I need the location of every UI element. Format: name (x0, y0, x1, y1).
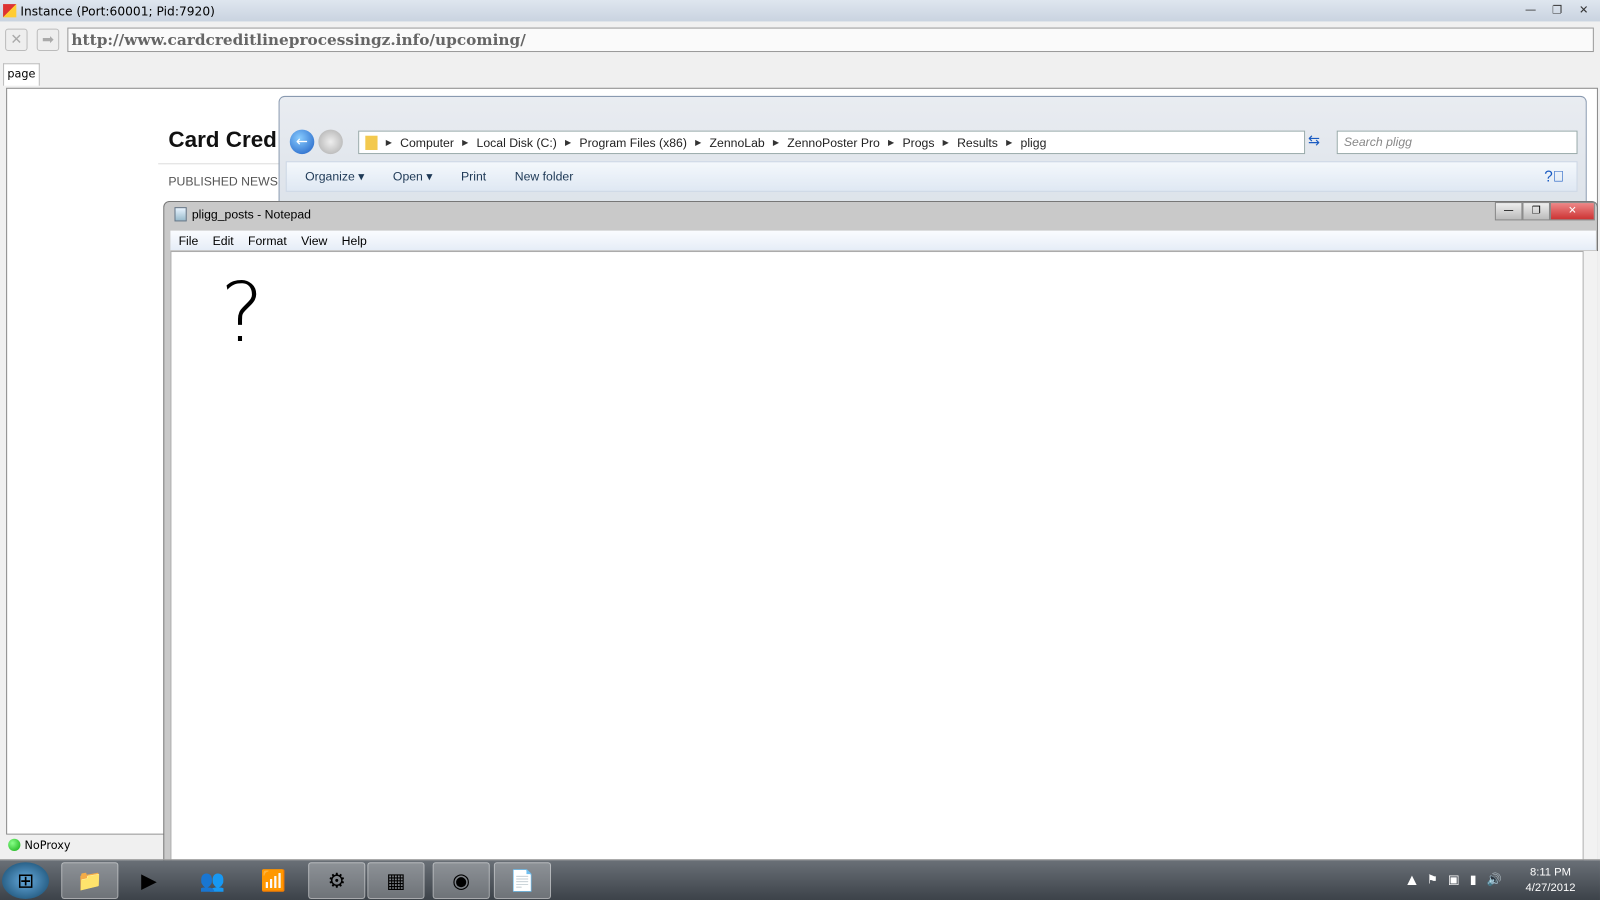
taskbar-notepad[interactable]: 📄 (493, 862, 552, 899)
menu-edit[interactable]: Edit (213, 233, 234, 247)
refresh-icon[interactable]: ⇆ (1308, 133, 1320, 149)
explorer-toolbar: Organize ▾ Open ▾ Print New folder ?⃝ (285, 161, 1578, 192)
stop-button[interactable]: ✕ (5, 28, 28, 52)
breadcrumb-item[interactable]: Progs (902, 135, 934, 149)
menu-help[interactable]: Help (342, 233, 367, 247)
new-folder-button[interactable]: New folder (515, 169, 574, 183)
time: 8:11 PM (1530, 866, 1572, 879)
forward-button[interactable]: ➡ (36, 28, 60, 52)
flag-icon[interactable]: ⚑ (1427, 872, 1438, 886)
menu-view[interactable]: View (301, 233, 327, 247)
breadcrumb-item[interactable]: ZennoPoster Pro (787, 135, 880, 149)
breadcrumb-item[interactable]: Computer (400, 135, 454, 149)
folder-icon (365, 135, 378, 150)
site-subtitle[interactable]: PUBLISHED NEWS (168, 174, 278, 188)
explorer-window: ← ▶ Computer ▶ Local Disk (C:) ▶ Program Fi… (278, 95, 1587, 209)
search-input[interactable]: Search pligg (1336, 130, 1578, 155)
breadcrumb-item[interactable]: Local Disk (C:) (477, 135, 557, 149)
forward-button[interactable] (318, 129, 343, 155)
taskbar: ⊞ 📁 ▶ 👥 📶 ⚙ ▦ ◉ 📄 ▲ ⚑ ▣ ▮ 🔊 8:11 PM 4/27… (0, 859, 1600, 900)
tab-page[interactable]: page (3, 63, 40, 86)
breadcrumb-item[interactable]: pligg (1021, 135, 1047, 149)
menu-file[interactable]: File (179, 233, 199, 247)
open-button[interactable]: Open ▾ (393, 169, 433, 183)
taskbar-chrome[interactable]: ◉ (432, 862, 490, 899)
maximize-button[interactable]: ❐ (1522, 202, 1550, 221)
document-content: ? (220, 265, 264, 361)
status-bar: NoProxy (6, 834, 164, 856)
date: 4/27/2012 (1525, 881, 1576, 894)
taskbar-explorer[interactable]: 📁 (61, 862, 119, 899)
vertical-scrollbar[interactable] (1583, 251, 1598, 862)
divider (158, 163, 281, 165)
help-icon[interactable]: ?⃝ (1544, 168, 1564, 185)
window-title: Instance (Port:60001; Pid:7920) (20, 3, 215, 18)
taskbar-network[interactable]: 📶 (245, 862, 302, 899)
show-hidden-icons[interactable]: ▲ (1407, 872, 1416, 886)
notepad-window: pligg_posts - Notepad — ❐ ✕ File Edit Fo… (163, 201, 1598, 863)
minimize-button[interactable]: — (1494, 202, 1523, 221)
taskbar-media-player[interactable]: ▶ (120, 862, 177, 899)
taskbar-paint[interactable]: ▦ (367, 862, 425, 899)
volume-icon[interactable]: 🔊 (1487, 872, 1502, 886)
proxy-status: NoProxy (24, 838, 71, 852)
network-icon[interactable]: ▮ (1470, 872, 1477, 886)
menu-format[interactable]: Format (248, 233, 287, 247)
notepad-title: pligg_posts - Notepad (191, 207, 311, 222)
close-button[interactable]: ✕ (1571, 0, 1595, 18)
proxy-status-icon (8, 838, 21, 852)
url-bar[interactable]: http://www.cardcreditlineprocessingz.inf… (67, 27, 1594, 53)
start-button[interactable]: ⊞ (2, 862, 49, 899)
system-tray: ▲ ⚑ ▣ ▮ 🔊 (1407, 872, 1502, 886)
address-bar[interactable]: ▶ Computer ▶ Local Disk (C:) ▶ Program File… (358, 130, 1306, 155)
minimize-button[interactable]: — (1518, 0, 1542, 18)
text-area[interactable]: ? (170, 251, 1584, 862)
site-title[interactable]: Card Cred (168, 127, 277, 154)
close-button[interactable]: ✕ (1549, 202, 1595, 221)
breadcrumb-item[interactable]: Results (957, 135, 998, 149)
taskbar-messenger[interactable]: 👥 (184, 862, 241, 899)
notepad-icon (174, 207, 187, 222)
app-icon (3, 4, 17, 18)
organize-button[interactable]: Organize ▾ (305, 169, 364, 183)
breadcrumb-item[interactable]: Program Files (x86) (579, 135, 687, 149)
browser-navbar: ✕ ➡ http://www.cardcreditlineprocessingz… (0, 24, 1600, 57)
clock[interactable]: 8:11 PM 4/27/2012 (1526, 865, 1576, 896)
back-button[interactable]: ← (289, 129, 315, 155)
taskbar-control-panel[interactable]: ⚙ (308, 862, 366, 899)
print-button[interactable]: Print (461, 169, 486, 183)
window-titlebar: Instance (Port:60001; Pid:7920) — ❐ ✕ (0, 0, 1600, 22)
power-icon[interactable]: ▣ (1448, 872, 1460, 886)
menu-bar: File Edit Format View Help (170, 230, 1596, 250)
breadcrumb-item[interactable]: ZennoLab (710, 135, 765, 149)
maximize-button[interactable]: ❐ (1545, 0, 1569, 18)
